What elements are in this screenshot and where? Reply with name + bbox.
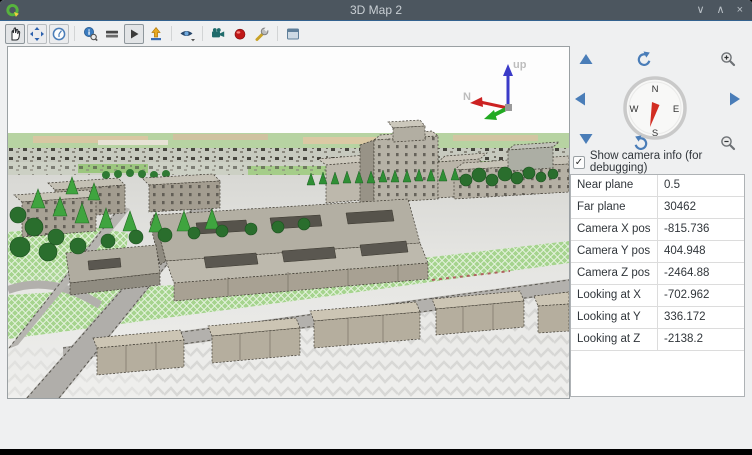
navigation-circle-icon [51,26,67,42]
window-title: 3D Map 2 [0,3,752,17]
screenshot-stage: 3D Map 2 ∨ ∧ × [0,0,752,455]
measure-line-button[interactable] [102,24,122,44]
right-arrow-icon [729,92,741,106]
row-value: 30462 [658,197,744,218]
rotate-cw-icon [634,135,651,150]
zoom-full-icon [29,26,45,42]
table-row: Camera Z pos-2464.88 [571,263,744,285]
move-up-button[interactable] [579,53,593,65]
dock-view-button[interactable] [283,24,303,44]
axis-north-label: N [463,91,471,103]
row-label: Camera Z pos [571,263,658,284]
show-camera-info-label: Show camera info (for debugging) [590,150,745,174]
rotate-ccw-icon [634,51,651,66]
hand-icon [7,26,23,42]
toolbar-separator [277,26,278,41]
qgis-3d-map-window: 3D Map 2 ∨ ∧ × [0,0,752,449]
camera-navigation-panel: N E S W [570,46,745,397]
movie-camera-icon [210,26,226,42]
row-label: Looking at Y [571,307,658,328]
on-screen-navigation-button[interactable] [49,24,69,44]
identify-info-icon [82,26,98,42]
down-arrow-icon [579,133,593,145]
wrench-icon [254,26,270,42]
row-label: Looking at X [571,285,658,306]
row-value: 404.948 [658,241,744,262]
toolbar-separator [202,26,203,41]
row-label: Near plane [571,175,658,196]
eye-icon [179,26,196,42]
animation-bar: Keyframe 5 s Interpo [0,398,752,449]
compass-south-label: S [652,128,658,139]
maximize-button[interactable]: ∧ [717,0,725,20]
3d-scene: up N [8,47,569,398]
show-camera-info-checkbox-row[interactable]: ✓ Show camera info (for debugging) [573,150,745,174]
row-value: -815.736 [658,219,744,240]
row-label: Far plane [571,197,658,218]
sphere-tool-button[interactable] [230,24,250,44]
identify-tool-button[interactable] [80,24,100,44]
compass-west-label: W [630,104,639,115]
table-row: Looking at Y336.172 [571,307,744,329]
compass[interactable]: N E S W [622,75,688,141]
rotate-cw-button[interactable] [634,135,651,150]
table-row: Camera X pos-815.736 [571,219,744,241]
table-row: Looking at Z-2138.2 [571,329,744,351]
zoom-in-button[interactable] [720,51,736,67]
compass-icon: N E S W [622,75,688,141]
row-value: -2464.88 [658,263,744,284]
rotate-ccw-button[interactable] [634,51,651,66]
row-value: -2138.2 [658,329,744,350]
row-label: Camera X pos [571,219,658,240]
red-sphere-icon [232,26,248,42]
camera-info-table: Near plane0.5 Far plane30462 Camera X po… [570,174,745,397]
move-right-button[interactable] [729,92,741,106]
table-row: Looking at X-702.962 [571,285,744,307]
table-row: Camera Y pos404.948 [571,241,744,263]
ruler-icon [104,26,120,42]
zoom-in-icon [720,51,736,67]
titlebar[interactable]: 3D Map 2 ∨ ∧ × [0,0,752,21]
dock-window-icon [285,26,301,42]
up-arrow-icon [148,26,164,42]
window-controls: ∨ ∧ × [696,0,743,20]
save-as-image-button[interactable] [146,24,166,44]
axis-up-label: up [513,59,527,71]
table-row: Far plane30462 [571,197,744,219]
row-value: 336.172 [658,307,744,328]
minimize-button[interactable]: ∨ [696,0,704,20]
left-arrow-icon [574,92,586,106]
close-button[interactable]: × [737,0,743,20]
compass-north-label: N [652,84,659,95]
row-value: 0.5 [658,175,744,196]
qgis-logo-icon [5,3,20,18]
zoom-out-button[interactable] [720,135,736,151]
move-down-button[interactable] [579,133,593,145]
zoom-out-icon [720,135,736,151]
configure-button[interactable] [252,24,272,44]
move-left-button[interactable] [574,92,586,106]
play-icon [126,26,142,42]
toolbar [0,21,752,46]
table-row: Near plane0.5 [571,175,744,197]
compass-east-label: E [673,104,679,115]
animations-button[interactable] [124,24,144,44]
show-camera-info-checkbox[interactable]: ✓ [573,156,585,169]
row-label: Looking at Z [571,329,658,350]
row-value: -702.962 [658,285,744,306]
zoom-full-button[interactable] [27,24,47,44]
up-arrow-icon [579,53,593,65]
toolbar-separator [74,26,75,41]
map-3d-viewport[interactable]: up N [7,46,570,399]
export-scene-button[interactable] [208,24,228,44]
view-presets-button[interactable] [177,24,197,44]
toolbar-separator [171,26,172,41]
row-label: Camera Y pos [571,241,658,262]
camera-control-tool-button[interactable] [5,24,25,44]
